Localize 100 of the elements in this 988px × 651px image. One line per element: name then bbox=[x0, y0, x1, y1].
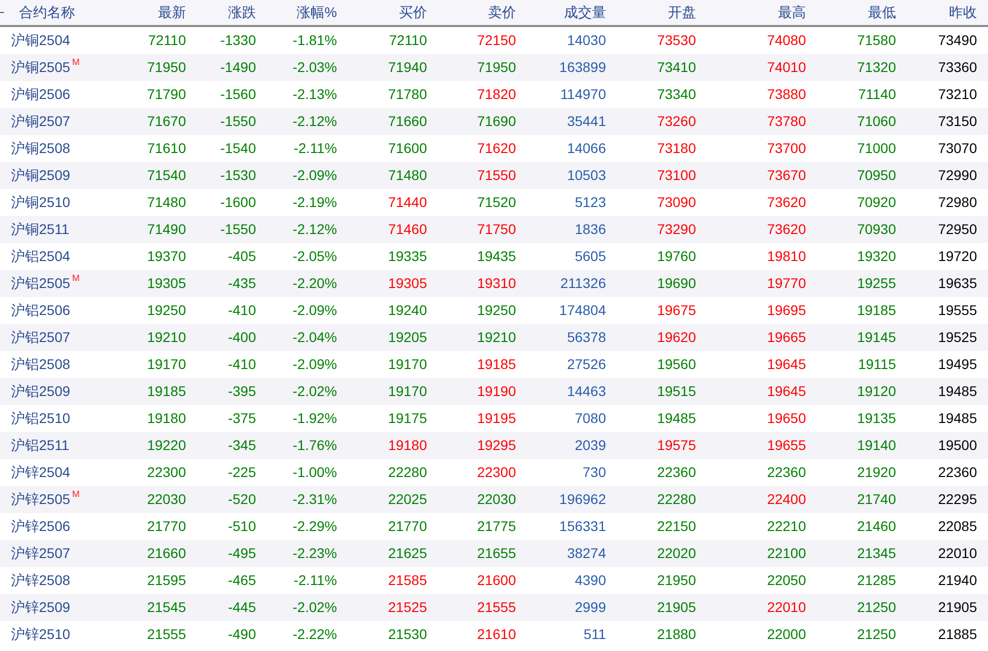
table-cell-text: 22100 bbox=[766, 544, 806, 563]
column-header[interactable]: 涨跌 bbox=[186, 2, 256, 23]
table-cell-text: 71540 bbox=[146, 166, 186, 185]
table-cell-text: -520 bbox=[226, 490, 256, 509]
table-cell-text: 38274 bbox=[566, 544, 606, 563]
table-cell-text: 174804 bbox=[558, 301, 606, 320]
column-header[interactable]: 合约名称 bbox=[0, 2, 110, 23]
table-cell-text: 19620 bbox=[656, 328, 696, 347]
table-cell-text: 19770 bbox=[766, 274, 806, 293]
table-cell-text: 71480 bbox=[146, 193, 186, 212]
table-cell-text: 73180 bbox=[656, 139, 696, 158]
table-cell-text: 72990 bbox=[937, 166, 977, 185]
contract-name: 沪锌2507 bbox=[11, 544, 70, 563]
table-cell-text: 730 bbox=[582, 463, 606, 482]
table-cell-text: 73210 bbox=[937, 85, 977, 104]
table-cell-text: 1836 bbox=[574, 220, 606, 239]
column-header[interactable]: 昨收 bbox=[896, 2, 977, 23]
table-cell-text: -2.03% bbox=[292, 58, 337, 77]
table-cell-text: 14463 bbox=[566, 382, 606, 401]
table-cell-text: 19495 bbox=[937, 355, 977, 374]
table-cell-text: 19675 bbox=[656, 301, 696, 320]
table-cell-text: 71790 bbox=[146, 85, 186, 104]
table-cell-text: -1490 bbox=[219, 58, 256, 77]
table-cell-text: 19665 bbox=[766, 328, 806, 347]
table-cell-text: 14066 bbox=[566, 139, 606, 158]
table-cell-text: 511 bbox=[582, 625, 606, 644]
table-cell-text: -2.22% bbox=[292, 625, 337, 644]
table-cell-text: 19435 bbox=[476, 247, 516, 266]
column-header[interactable]: 涨幅% bbox=[256, 2, 337, 23]
column-header[interactable]: 最高 bbox=[696, 2, 806, 23]
column-header[interactable]: 开盘 bbox=[606, 2, 696, 23]
table-cell-text: 19185 bbox=[476, 355, 516, 374]
table-cell-text: 19170 bbox=[146, 355, 186, 374]
table-cell-text: 19335 bbox=[387, 247, 427, 266]
table-cell-text: 73620 bbox=[766, 220, 806, 239]
table-cell-text: 5123 bbox=[574, 193, 606, 212]
table-cell-text: 73780 bbox=[766, 112, 806, 131]
table-cell-text: -375 bbox=[226, 409, 256, 428]
contract-name: 沪锌2509 bbox=[11, 598, 70, 617]
table-cell-text: 22360 bbox=[656, 463, 696, 482]
table-cell-text: 19525 bbox=[937, 328, 977, 347]
table-cell-text: 21585 bbox=[387, 571, 427, 590]
table-cell-text: 21250 bbox=[856, 625, 896, 644]
table-cell-text: 71950 bbox=[476, 58, 516, 77]
table-cell-text: 19690 bbox=[656, 274, 696, 293]
table-cell-text: 19635 bbox=[937, 274, 977, 293]
table-cell-text: -1530 bbox=[219, 166, 256, 185]
table-cell-text: 19500 bbox=[937, 436, 977, 455]
table-cell-text: 22010 bbox=[937, 544, 977, 563]
table-cell-text: 21460 bbox=[856, 517, 896, 536]
table-cell-text: 19120 bbox=[856, 382, 896, 401]
table-cell-text: 21880 bbox=[656, 625, 696, 644]
table-cell-text: -2.04% bbox=[292, 328, 337, 347]
table-cell-text: -2.29% bbox=[292, 517, 337, 536]
table-cell-text: -1.81% bbox=[292, 31, 337, 50]
table-cell-text: -490 bbox=[226, 625, 256, 644]
table-cell-text: 19760 bbox=[656, 247, 696, 266]
table-cell-text: 73340 bbox=[656, 85, 696, 104]
table-cell-text: 19180 bbox=[146, 409, 186, 428]
table-cell-text: 73880 bbox=[766, 85, 806, 104]
table-cell-text: 73070 bbox=[937, 139, 977, 158]
table-cell-text: -1.76% bbox=[292, 436, 337, 455]
table-cell-text: 73490 bbox=[937, 31, 977, 50]
table-cell-text: 21345 bbox=[856, 544, 896, 563]
table-cell-text: 73530 bbox=[656, 31, 696, 50]
column-header[interactable]: 卖价 bbox=[427, 2, 516, 23]
table-cell-text: 5605 bbox=[574, 247, 606, 266]
table-cell-text: -445 bbox=[226, 598, 256, 617]
table-cell-text: 19645 bbox=[766, 355, 806, 374]
table-cell-text: 19305 bbox=[146, 274, 186, 293]
table-cell-text: -2.05% bbox=[292, 247, 337, 266]
table-cell-text: -405 bbox=[226, 247, 256, 266]
table-cell-text: 22300 bbox=[476, 463, 516, 482]
column-header[interactable]: 成交量 bbox=[516, 2, 606, 23]
table-cell-text: -400 bbox=[226, 328, 256, 347]
column-header[interactable]: 最新 bbox=[110, 2, 186, 23]
column-header[interactable]: 最低 bbox=[806, 2, 896, 23]
table-cell-text: -2.09% bbox=[292, 166, 337, 185]
table-cell-text: 74010 bbox=[766, 58, 806, 77]
table-cell-text: 14030 bbox=[566, 31, 606, 50]
table-cell-text: 71610 bbox=[146, 139, 186, 158]
table-cell-text: 71660 bbox=[387, 112, 427, 131]
table-cell-text: -465 bbox=[226, 571, 256, 590]
table-cell-text: 73090 bbox=[656, 193, 696, 212]
table-cell-text: -2.09% bbox=[292, 301, 337, 320]
contract-name: 沪铝2509 bbox=[11, 382, 70, 401]
table-cell-text: -395 bbox=[226, 382, 256, 401]
table-cell-text: 71580 bbox=[856, 31, 896, 50]
table-cell-text: 19180 bbox=[387, 436, 427, 455]
column-header[interactable]: 买价 bbox=[337, 2, 427, 23]
contract-name: 沪铝2504 bbox=[11, 247, 70, 266]
table-cell-text: 73700 bbox=[766, 139, 806, 158]
table-cell-text: 70950 bbox=[856, 166, 896, 185]
contract-name: 沪铝2505 bbox=[11, 274, 70, 293]
table-cell-text: 71670 bbox=[146, 112, 186, 131]
table-cell-text: 21655 bbox=[476, 544, 516, 563]
table-cell-text: 22280 bbox=[656, 490, 696, 509]
table-cell-text: 71460 bbox=[387, 220, 427, 239]
table-cell-text: 73150 bbox=[937, 112, 977, 131]
contract-name: 沪锌2510 bbox=[11, 625, 70, 644]
